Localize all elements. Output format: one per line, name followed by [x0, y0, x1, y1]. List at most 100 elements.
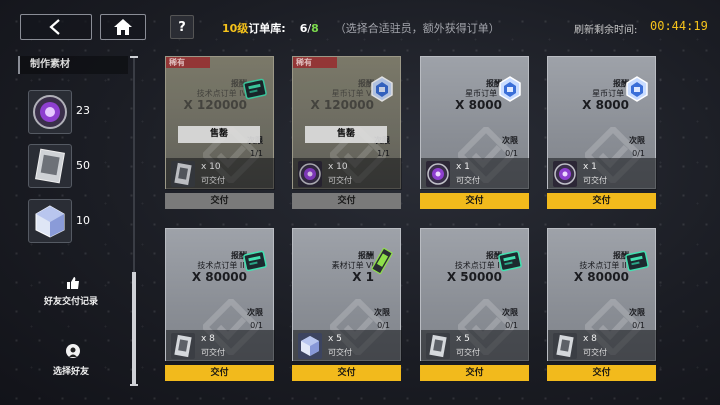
order-card-body[interactable]: 报酬 技术点订单 III X 80000 次限 0/1 x 8 可交付 [165, 228, 275, 362]
requirement-row: x 10 可交付 [166, 158, 275, 190]
friend-records-label[interactable]: 好友交付记录 [44, 294, 98, 307]
crystal-cube-icon [298, 333, 322, 359]
home-button[interactable] [100, 14, 146, 40]
exp-chip-icon [498, 247, 522, 275]
material-crystal-cube[interactable] [28, 199, 72, 243]
data-card-icon [171, 333, 195, 359]
material-count: 50 [76, 159, 90, 172]
chevron-left-icon [49, 19, 60, 35]
limit-label: 次限 [502, 136, 518, 145]
limit-label: 次限 [629, 308, 645, 317]
order-count-max: 8 [311, 21, 319, 35]
home-icon [114, 19, 132, 35]
requirement-status: 可交付 [583, 348, 607, 357]
order-card-body[interactable]: 报酬 素材订单 VI X 1 次限 0/1 x 5 可交付 [292, 228, 402, 362]
limit-value: 0/1 [250, 321, 263, 330]
order-card[interactable]: 报酬 素材订单 VI X 1 次限 0/1 x 5 可交付 交付 [292, 228, 402, 381]
limit-label: 次限 [502, 308, 518, 317]
requirement-row: x 5 可交付 [293, 330, 402, 362]
requirement-quantity: x 5 [456, 334, 470, 344]
material-count: 10 [76, 214, 90, 227]
limit-label: 次限 [247, 136, 263, 145]
submit-button[interactable]: 交付 [165, 365, 274, 381]
order-card-body[interactable]: 稀有 报酬 星币订单 VI X 120000 次限 1/1 售罄 x 10 可交… [292, 56, 402, 190]
submit-button[interactable]: 交付 [292, 193, 401, 209]
reward-amount: X 80000 [191, 270, 247, 284]
requirement-row: x 8 可交付 [166, 330, 275, 362]
order-card[interactable]: 报酬 技术点订单 III X 80000 次限 0/1 x 8 可交付 交付 [165, 228, 275, 381]
reward-amount: X 120000 [183, 98, 247, 112]
thumbs-up-icon [67, 277, 79, 289]
exp-chip-icon [243, 247, 267, 275]
material-data-card[interactable] [28, 144, 72, 188]
rare-tag: 稀有 [293, 57, 337, 68]
requirement-status: 可交付 [583, 176, 607, 185]
order-card[interactable]: 报酬 星币订单 I X 8000 次限 0/1 x 1 可交付 交付 [420, 56, 530, 209]
scroll-cap-top [130, 56, 138, 58]
exp-chip-icon [625, 247, 649, 275]
limit-value: 0/1 [632, 321, 645, 330]
order-level-suffix: 订单库: [248, 22, 286, 35]
requirement-quantity: x 1 [456, 162, 470, 172]
order-card[interactable]: 报酬 技术点订单 II X 50000 次限 0/1 x 5 可交付 交付 [420, 228, 530, 381]
order-card[interactable]: 稀有 报酬 技术点订单 IV X 120000 次限 1/1 售罄 x 10 可… [165, 56, 275, 209]
order-card-body[interactable]: 报酬 星币订单 I X 8000 次限 0/1 x 1 可交付 [420, 56, 530, 190]
submit-button[interactable]: 交付 [420, 365, 529, 381]
order-name: 星币订单 VI [331, 89, 374, 98]
limit-value: 1/1 [377, 149, 390, 158]
order-card-body[interactable]: 报酬 星币订单 I X 8000 次限 0/1 x 1 可交付 [547, 56, 657, 190]
order-card[interactable]: 稀有 报酬 星币订单 VI X 120000 次限 1/1 售罄 x 10 可交… [292, 56, 402, 209]
friend-records-button[interactable] [66, 275, 80, 289]
exp-chip-icon [243, 75, 267, 103]
requirement-status: 可交付 [201, 176, 225, 185]
choose-friend-label[interactable]: 选择好友 [53, 364, 89, 377]
limit-value: 0/1 [505, 321, 518, 330]
submit-button[interactable]: 交付 [292, 365, 401, 381]
order-card[interactable]: 报酬 星币订单 I X 8000 次限 0/1 x 1 可交付 交付 [547, 56, 657, 209]
help-button[interactable]: ? [170, 15, 194, 39]
order-card[interactable]: 报酬 技术点订单 III X 80000 次限 0/1 x 8 可交付 交付 [547, 228, 657, 381]
requirement-quantity: x 8 [583, 334, 597, 344]
submit-button[interactable]: 交付 [420, 193, 529, 209]
limit-label: 次限 [374, 308, 390, 317]
reward-label: 报酬 [231, 79, 247, 88]
submit-button[interactable]: 交付 [547, 193, 656, 209]
sold-out-banner: 售罄 [305, 126, 387, 143]
sold-out-banner: 售罄 [178, 126, 260, 143]
back-button[interactable] [20, 14, 92, 40]
limit-value: 0/1 [505, 149, 518, 158]
purple-orb-icon [426, 161, 450, 187]
data-card-icon [426, 333, 450, 359]
help-icon: ? [178, 19, 186, 35]
order-library-info: 10级订单库: 6/8 （选择合适驻员，额外获得订单） [222, 20, 500, 36]
crystal-cube-icon [35, 205, 65, 238]
limit-label: 次限 [629, 136, 645, 145]
material-purple-orb[interactable] [28, 90, 72, 134]
reward-amount: X 120000 [310, 98, 374, 112]
star-coin-icon [498, 75, 522, 103]
sidebar-scrollbar-thumb[interactable] [132, 272, 136, 386]
limit-value: 0/1 [377, 321, 390, 330]
order-card-body[interactable]: 报酬 技术点订单 II X 50000 次限 0/1 x 5 可交付 [420, 228, 530, 362]
requirement-row: x 1 可交付 [421, 158, 530, 190]
data-card-icon [34, 148, 66, 184]
submit-button[interactable]: 交付 [165, 193, 274, 209]
requirement-row: x 1 可交付 [548, 158, 657, 190]
friend-icon [69, 347, 77, 357]
requirement-status: 可交付 [456, 348, 480, 357]
submit-button[interactable]: 交付 [547, 365, 656, 381]
green-chip-icon [370, 247, 394, 275]
order-name: 技术点订单 IV [196, 89, 247, 98]
star-coin-icon [370, 75, 394, 103]
order-card-body[interactable]: 报酬 技术点订单 III X 80000 次限 0/1 x 8 可交付 [547, 228, 657, 362]
requirement-quantity: x 10 [328, 162, 348, 172]
choose-friend-button[interactable] [66, 344, 80, 358]
requirement-row: x 10 可交付 [293, 158, 402, 190]
requirement-status: 可交付 [201, 348, 225, 357]
purple-orb-icon [33, 95, 67, 129]
limit-value: 0/1 [632, 149, 645, 158]
limit-label: 次限 [247, 308, 263, 317]
rare-tag: 稀有 [166, 57, 210, 68]
order-card-body[interactable]: 稀有 报酬 技术点订单 IV X 120000 次限 1/1 售罄 x 10 可… [165, 56, 275, 190]
requirement-quantity: x 10 [201, 162, 221, 172]
